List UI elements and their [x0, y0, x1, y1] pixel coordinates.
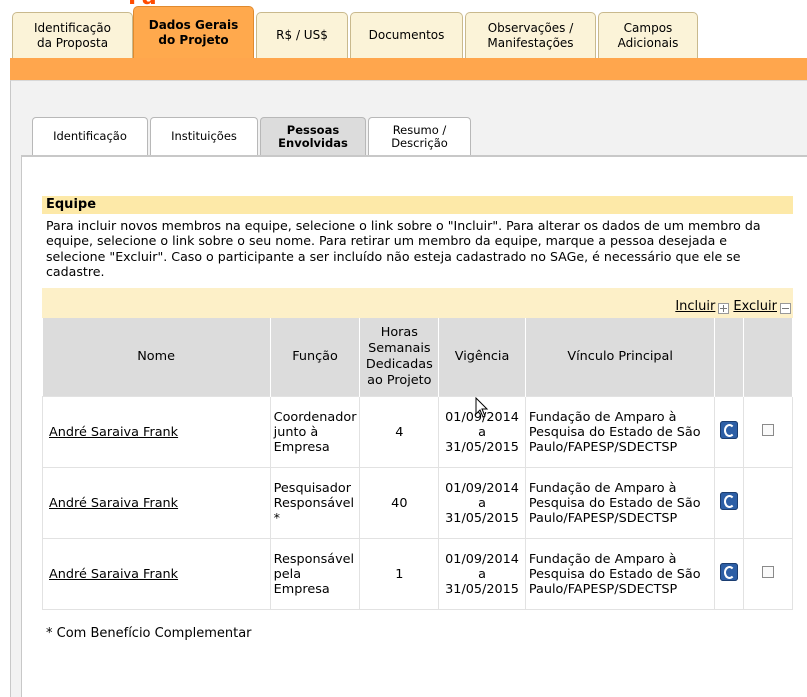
- cell-nome: André Saraiva Frank: [42, 538, 271, 610]
- subtab-instituicoes[interactable]: Instituições: [150, 117, 258, 155]
- cell-horas: 4: [359, 396, 440, 468]
- team-table: Nome Função Horas Semanais Dedicadas ao …: [42, 318, 793, 610]
- cell-vigencia: 01/09/2014 a 31/05/2015: [438, 538, 526, 610]
- tab-label: Identificação da Proposta: [34, 20, 111, 50]
- member-name-link[interactable]: André Saraiva Frank: [49, 425, 178, 440]
- cell-vigencia: 01/09/2014 a 31/05/2015: [438, 467, 526, 539]
- column-header-vinculo: Vínculo Principal: [525, 318, 716, 397]
- plus-icon[interactable]: [718, 303, 730, 314]
- cell-action: [714, 467, 745, 539]
- cell-vinculo: Fundação de Amparo à Pesquisa do Estado …: [524, 538, 716, 610]
- cell-action: [714, 396, 745, 468]
- main-tabs-divider-bar: [10, 58, 807, 80]
- cell-nome: André Saraiva Frank: [42, 396, 271, 468]
- tab-campos-adicionais[interactable]: Campos Adicionais: [598, 12, 698, 58]
- table-header-row: Nome Função Horas Semanais Dedicadas ao …: [42, 318, 793, 397]
- column-header-funcao: Função: [270, 318, 361, 397]
- team-actions-bar: Incluir Excluir: [42, 288, 793, 318]
- tab-label: R$ / US$: [276, 28, 328, 42]
- excluir-link[interactable]: Excluir: [733, 299, 777, 314]
- tab-identificacao-da-proposta[interactable]: Identificação da Proposta: [12, 12, 133, 58]
- cell-funcao: Responsável pela Empresa: [269, 538, 361, 610]
- equipe-title: Equipe: [42, 196, 793, 214]
- incluir-link[interactable]: Incluir: [675, 299, 715, 314]
- member-name-link[interactable]: André Saraiva Frank: [49, 496, 178, 511]
- subtab-label: Pessoas Envolvidas: [278, 122, 348, 150]
- subtab-identificacao[interactable]: Identificação: [32, 117, 148, 155]
- column-header-vigencia: Vigência: [438, 318, 526, 397]
- document-view-icon[interactable]: [720, 563, 739, 581]
- cell-horas: 1: [359, 538, 440, 610]
- subtab-label: Resumo / Descrição: [391, 122, 448, 150]
- column-header-action: [714, 318, 745, 397]
- document-view-icon[interactable]: [720, 492, 739, 510]
- table-row: André Saraiva Frank Pesquisador Responsá…: [42, 467, 793, 539]
- equipe-description: Para incluir novos membros na equipe, se…: [42, 214, 793, 288]
- subtab-label: Identificação: [53, 129, 127, 143]
- row-select-checkbox[interactable]: [762, 566, 775, 578]
- column-header-select: [743, 318, 793, 397]
- row-select-checkbox[interactable]: [762, 424, 775, 436]
- cell-select: [743, 538, 793, 610]
- cell-select: [743, 396, 793, 468]
- cell-funcao: Pesquisador Responsável *: [269, 467, 361, 539]
- subtab-resumo-descricao[interactable]: Resumo / Descrição: [368, 117, 471, 155]
- cell-funcao: Coordenador junto à Empresa: [269, 396, 361, 468]
- cell-action: [714, 538, 745, 610]
- column-header-nome: Nome: [42, 318, 271, 397]
- tab-observacoes-manifestacoes[interactable]: Observações / Manifestações: [465, 12, 596, 58]
- subtab-label: Instituições: [171, 129, 237, 143]
- tab-label: Observações / Manifestações: [487, 20, 574, 50]
- minus-icon[interactable]: [780, 303, 791, 314]
- document-view-icon[interactable]: [720, 421, 739, 439]
- tab-moeda[interactable]: R$ / US$: [256, 12, 348, 58]
- footnote: * Com Benefício Complementar: [46, 626, 252, 641]
- table-row: André Saraiva Frank Coordenador junto à …: [42, 396, 793, 468]
- tab-dados-gerais-do-projeto[interactable]: Dados Gerais do Projeto: [133, 6, 254, 58]
- cell-nome: André Saraiva Frank: [42, 467, 271, 539]
- cell-select: [743, 467, 793, 539]
- mouse-cursor-icon: [475, 397, 489, 418]
- cell-horas: 40: [359, 467, 440, 539]
- subtab-pessoas-envolvidas[interactable]: Pessoas Envolvidas: [260, 117, 366, 155]
- tab-label: Campos Adicionais: [617, 20, 679, 50]
- tab-label: Documentos: [368, 28, 445, 42]
- member-name-link[interactable]: André Saraiva Frank: [49, 567, 178, 582]
- tab-documentos[interactable]: Documentos: [350, 12, 463, 58]
- cell-vinculo: Fundação de Amparo à Pesquisa do Estado …: [524, 467, 716, 539]
- tab-label: Dados Gerais do Projeto: [148, 17, 239, 47]
- cell-vinculo: Fundação de Amparo à Pesquisa do Estado …: [524, 396, 716, 468]
- column-header-horas: Horas Semanais Dedicadas ao Projeto: [359, 318, 440, 397]
- table-row: André Saraiva Frank Responsável pela Emp…: [42, 538, 793, 610]
